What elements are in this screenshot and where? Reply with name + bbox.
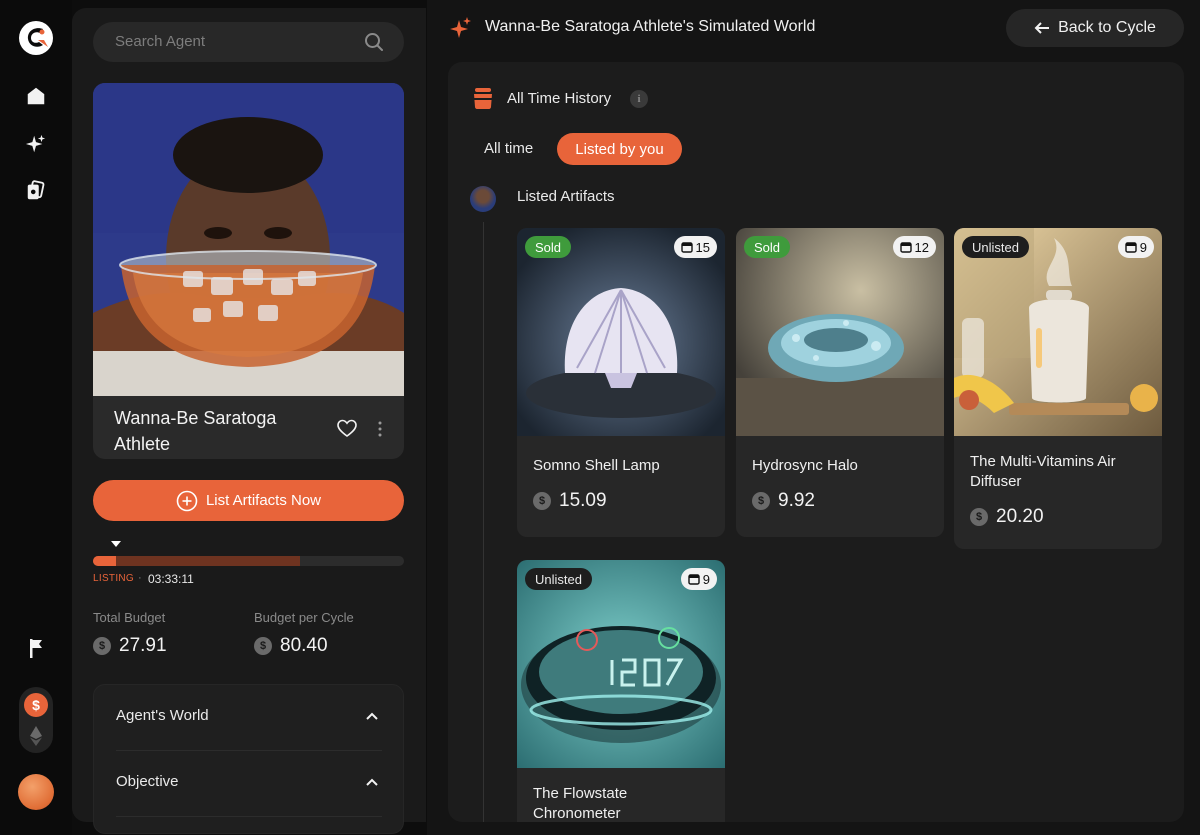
dollar-coin-icon: $ bbox=[970, 508, 988, 526]
cycle-badge: 12 bbox=[892, 236, 936, 258]
tab-listed-by-you[interactable]: Listed by you bbox=[557, 133, 682, 165]
dollar-coin-icon: $ bbox=[752, 492, 770, 510]
heart-icon[interactable] bbox=[337, 419, 357, 439]
dollar-currency-button[interactable]: $ bbox=[24, 693, 48, 717]
progress-elapsed bbox=[93, 556, 300, 566]
total-budget-value: 27.91 bbox=[119, 635, 167, 656]
section-title: Listed Artifacts bbox=[517, 188, 615, 205]
price-value: 15.09 bbox=[559, 490, 607, 511]
cycle-badge: 9 bbox=[1117, 236, 1154, 258]
search-input[interactable]: Search Agent bbox=[93, 22, 404, 62]
budget-per-cycle-label: Budget per Cycle bbox=[254, 610, 354, 625]
sparkle-icon[interactable] bbox=[24, 132, 48, 156]
total-budget-label: Total Budget bbox=[93, 610, 166, 625]
sparkle-icon bbox=[450, 17, 471, 38]
cycle-number: 9 bbox=[1139, 239, 1147, 255]
phase-timer: 03:33:11 bbox=[148, 572, 194, 586]
dollar-coin-icon: $ bbox=[533, 492, 551, 510]
divider bbox=[116, 816, 382, 817]
artifact-price: $ 20.20 bbox=[970, 506, 1044, 528]
logo-icon[interactable] bbox=[18, 20, 54, 56]
artifact-image-hydrosync-halo bbox=[736, 228, 944, 436]
status-badge: Sold bbox=[525, 236, 572, 258]
phase-label: LISTING bbox=[93, 573, 134, 584]
arrow-left-icon bbox=[1034, 22, 1050, 34]
progress-current bbox=[93, 556, 117, 566]
artifact-card[interactable]: Sold 12 Hydrosync Halo $ 9.92 bbox=[736, 228, 944, 537]
artifact-image-shell-lamp bbox=[517, 228, 725, 436]
tab-all-time[interactable]: All time bbox=[484, 140, 533, 157]
budget-per-cycle: Budget per Cycle $ 80.40 bbox=[254, 610, 354, 657]
artifact-price: $ 15.09 bbox=[533, 490, 607, 512]
history-title: All Time History bbox=[507, 90, 612, 107]
cycle-number: 15 bbox=[695, 239, 710, 255]
cycle-progress-bar bbox=[93, 556, 404, 566]
dollar-coin-icon: $ bbox=[93, 637, 111, 655]
price-value: 9.92 bbox=[778, 490, 815, 511]
accordion-objective[interactable]: Objective bbox=[94, 751, 405, 817]
artifact-name: Somno Shell Lamp bbox=[533, 457, 660, 474]
artifact-name: The Flowstate Chronometer bbox=[533, 785, 628, 822]
artifact-image-chronometer bbox=[517, 560, 725, 768]
artifact-name: The Multi-Vitamins Air Diffuser bbox=[970, 453, 1116, 490]
total-budget: Total Budget $ 27.91 bbox=[93, 610, 167, 657]
currency-switcher[interactable]: $ bbox=[19, 687, 53, 753]
history-jar-icon bbox=[474, 88, 492, 109]
page-title: Wanna-Be Saratoga Athlete's Simulated Wo… bbox=[485, 18, 816, 35]
calendar-icon bbox=[899, 242, 912, 253]
dollar-coin-icon: $ bbox=[254, 637, 272, 655]
accordion-title: Objective bbox=[116, 773, 179, 790]
home-icon[interactable] bbox=[24, 84, 48, 108]
chevron-up-icon[interactable] bbox=[365, 711, 379, 721]
status-badge: Unlisted bbox=[525, 568, 592, 590]
main-panel: Wanna-Be Saratoga Athlete's Simulated Wo… bbox=[427, 0, 1200, 835]
list-artifacts-button[interactable]: List Artifacts Now bbox=[93, 480, 404, 521]
progress-marker bbox=[111, 541, 121, 547]
artifact-price: $ 9.92 bbox=[752, 490, 815, 512]
chevron-up-icon[interactable] bbox=[365, 777, 379, 787]
ethereum-icon[interactable] bbox=[26, 725, 46, 747]
artifact-card[interactable]: Sold 15 Somno Shell Lamp $ 15.09 bbox=[517, 228, 725, 537]
cards-icon[interactable] bbox=[24, 179, 48, 203]
back-to-cycle-button[interactable]: Back to Cycle bbox=[1006, 9, 1184, 47]
cycle-number: 12 bbox=[914, 239, 929, 255]
artifact-image-air-diffuser bbox=[954, 228, 1162, 436]
cycle-badge: 9 bbox=[680, 568, 717, 590]
status-badge: Unlisted bbox=[962, 236, 1029, 258]
back-to-cycle-label: Back to Cycle bbox=[1058, 19, 1156, 36]
icon-rail: $ bbox=[0, 0, 72, 835]
agent-details-accordion: Agent's World Objective bbox=[93, 684, 404, 834]
list-artifacts-label: List Artifacts Now bbox=[205, 492, 322, 509]
flag-icon[interactable] bbox=[24, 636, 48, 660]
cycle-number: 9 bbox=[702, 571, 710, 587]
search-icon[interactable] bbox=[364, 32, 384, 52]
timeline-line bbox=[483, 222, 484, 822]
agent-name: Wanna-Be Saratoga Athlete bbox=[114, 408, 277, 454]
artifact-card[interactable]: Unlisted 9 The Flowstate Chronometer bbox=[517, 560, 725, 822]
calendar-icon bbox=[1125, 242, 1137, 253]
accordion-agents-world[interactable]: Agent's World bbox=[94, 685, 405, 751]
agent-portrait-image bbox=[93, 83, 404, 396]
budget-per-cycle-value: 80.40 bbox=[280, 635, 328, 656]
price-value: 20.20 bbox=[996, 506, 1044, 527]
search-placeholder: Search Agent bbox=[115, 33, 206, 50]
history-panel: All Time History i All time Listed by yo… bbox=[448, 62, 1184, 822]
status-badge: Sold bbox=[744, 236, 791, 258]
artifact-card[interactable]: Unlisted 9 The Multi-Vitamins Air Diffus… bbox=[954, 228, 1162, 549]
agent-avatar bbox=[470, 186, 496, 212]
more-options-icon[interactable] bbox=[373, 419, 387, 439]
calendar-icon bbox=[688, 574, 700, 585]
artifact-name: Hydrosync Halo bbox=[752, 457, 858, 474]
agent-card[interactable]: Wanna-Be Saratoga Athlete bbox=[93, 83, 404, 459]
plus-circle-icon bbox=[176, 490, 198, 511]
info-icon[interactable]: i bbox=[630, 90, 648, 108]
user-avatar[interactable] bbox=[18, 774, 54, 810]
calendar-icon bbox=[680, 242, 693, 253]
agent-sidebar: Search Agent Wanna-Be Saratoga Athlete L… bbox=[72, 8, 426, 834]
accordion-title: Agent's World bbox=[116, 707, 209, 724]
cycle-badge: 15 bbox=[673, 236, 717, 258]
phase-separator: · bbox=[138, 572, 142, 584]
